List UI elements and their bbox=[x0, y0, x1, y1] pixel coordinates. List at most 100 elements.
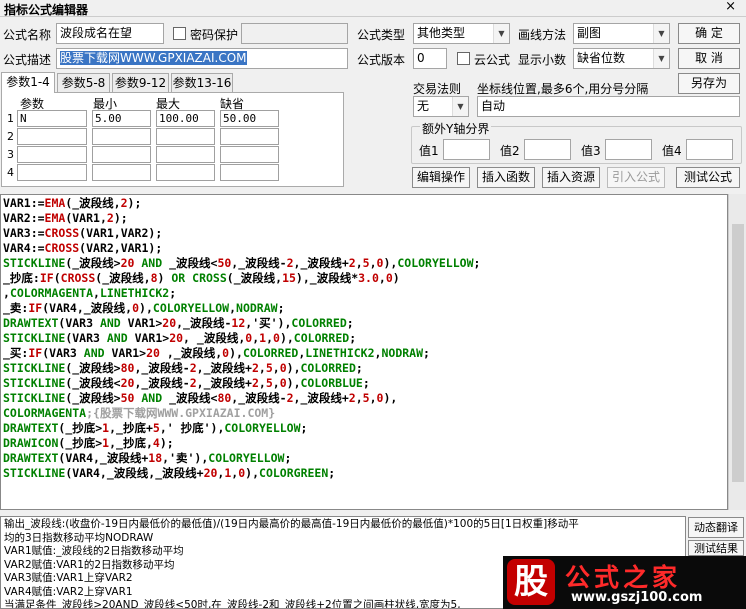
code-token: COLORYELLOW bbox=[397, 256, 474, 270]
param-default-input[interactable] bbox=[220, 164, 279, 181]
password-input[interactable] bbox=[241, 23, 348, 44]
logo-badge: 股 bbox=[507, 559, 555, 605]
password-label: 密码保护 bbox=[190, 28, 239, 42]
code-token: 20 bbox=[169, 331, 184, 345]
chevron-down-icon: ▼ bbox=[452, 97, 468, 116]
yaxis-label-2: 值2 bbox=[500, 144, 520, 158]
test-result-button[interactable]: 测试结果 bbox=[688, 540, 744, 556]
type-select[interactable]: 其他类型 ▼ bbox=[413, 23, 510, 44]
param-name-input[interactable]: N bbox=[17, 110, 87, 127]
code-token: AND bbox=[99, 316, 121, 330]
code-line: DRAWTEXT(_抄底>1,_抄底+5,' 抄底'),COLORYELLOW; bbox=[3, 421, 727, 436]
edit-ops-button[interactable]: 编辑操作 bbox=[412, 167, 470, 188]
code-token: AND bbox=[134, 391, 170, 405]
param-name-input[interactable] bbox=[17, 146, 87, 163]
name-label: 公式名称 bbox=[3, 28, 52, 42]
param-max-input[interactable] bbox=[156, 164, 215, 181]
param-default-input[interactable]: 50.00 bbox=[220, 110, 279, 127]
code-token: ), bbox=[383, 256, 398, 270]
yaxis-value-4[interactable] bbox=[686, 139, 733, 160]
code-token: ; bbox=[362, 376, 370, 390]
code-token: , bbox=[229, 301, 237, 315]
cancel-button[interactable]: 取 消 bbox=[678, 48, 740, 69]
desc-label: 公式描述 bbox=[3, 53, 52, 67]
param-max-input[interactable] bbox=[156, 128, 215, 145]
code-token: ,_抄底, bbox=[109, 436, 153, 450]
yaxis-value-3[interactable] bbox=[605, 139, 652, 160]
test-formula-button[interactable]: 测试公式 bbox=[676, 167, 740, 188]
title-bar: 指标公式编辑器 × bbox=[0, 0, 746, 17]
code-token: CROSS bbox=[192, 271, 227, 285]
code-line: DRAWTEXT(VAR4,_波段线+18,'卖'),COLORYELLOW; bbox=[3, 451, 727, 466]
code-token: 12 bbox=[231, 316, 246, 330]
param-max-input[interactable] bbox=[156, 146, 215, 163]
code-token: 0 bbox=[385, 271, 393, 285]
code-token: 4 bbox=[152, 436, 160, 450]
logo-url: www.gszj100.com bbox=[571, 590, 703, 605]
code-token: 20 bbox=[146, 346, 160, 360]
confirm-button[interactable]: 确 定 bbox=[678, 23, 740, 44]
param-default-input[interactable] bbox=[220, 128, 279, 145]
code-token: _波段线< bbox=[169, 391, 218, 405]
code-line: COLORMAGENTA;{股票下载网WWW.GPXIAZAI.COM} bbox=[3, 406, 727, 421]
cloud-checkbox[interactable] bbox=[457, 52, 470, 65]
code-token: 2 bbox=[189, 376, 197, 390]
code-token: ; bbox=[300, 421, 308, 435]
code-token: 50 bbox=[120, 391, 135, 405]
code-token: COLORYELLOW bbox=[208, 451, 285, 465]
code-token: STICKLINE bbox=[3, 331, 66, 345]
param-default-input[interactable] bbox=[220, 146, 279, 163]
param-min-input[interactable] bbox=[92, 164, 151, 181]
code-token: 5 bbox=[362, 391, 370, 405]
yaxis-value-2[interactable] bbox=[524, 139, 571, 160]
tab-params-1-4[interactable]: 参数1-4 bbox=[1, 72, 55, 93]
cloud-label: 云公式 bbox=[474, 53, 511, 67]
trade-rule-select[interactable]: 无 ▼ bbox=[413, 96, 469, 117]
close-icon[interactable]: × bbox=[725, 0, 736, 14]
yaxis-title: 额外Y轴分界 bbox=[420, 120, 492, 137]
code-token: (VAR4,_波段线, bbox=[42, 301, 133, 315]
code-editor[interactable]: VAR1:=EMA(_波段线,2); VAR2:=EMA(VAR1,2); VAR3… bbox=[0, 194, 728, 510]
gszj-logo: 股 公式之家 www.gszj100.com bbox=[503, 556, 746, 609]
logo-text: 公式之家 bbox=[565, 563, 682, 592]
param-max-input[interactable]: 100.00 bbox=[156, 110, 215, 127]
coord-label: 坐标线位置,最多6个,用分号分隔 bbox=[477, 82, 649, 96]
scrollbar-thumb[interactable] bbox=[732, 224, 744, 482]
import-formula-button[interactable]: 引入公式 bbox=[607, 167, 665, 188]
insert-resource-button[interactable]: 插入资源 bbox=[542, 167, 600, 188]
tab-params-13-16[interactable]: 参数13-16 bbox=[171, 73, 233, 93]
tab-params-9-12[interactable]: 参数9-12 bbox=[112, 73, 169, 93]
code-token: (VAR3 bbox=[42, 346, 84, 360]
code-token: (VAR2,VAR1); bbox=[79, 241, 163, 255]
dynamic-translate-button[interactable]: 动态翻译 bbox=[688, 517, 744, 538]
param-min-input[interactable] bbox=[92, 146, 151, 163]
version-input[interactable]: 0 bbox=[413, 48, 447, 69]
code-line: VAR2:=EMA(VAR1,2); bbox=[3, 211, 727, 226]
tab-params-5-8[interactable]: 参数5-8 bbox=[57, 73, 110, 93]
insert-function-button[interactable]: 插入函数 bbox=[477, 167, 535, 188]
code-scrollbar[interactable] bbox=[728, 194, 746, 510]
code-token: , bbox=[258, 376, 266, 390]
password-checkbox[interactable] bbox=[173, 27, 186, 40]
formula-desc-input[interactable]: 股票下载网WWW.GPXIAZAI.COM bbox=[56, 48, 348, 69]
code-token: ; bbox=[473, 256, 481, 270]
param-min-input[interactable]: 5.00 bbox=[92, 110, 151, 127]
formula-name-input[interactable]: 波段成名在望 bbox=[56, 23, 164, 44]
code-token: ;{股票下载网WWW.GPXIAZAI.COM} bbox=[86, 406, 276, 420]
code-token: _波段线< bbox=[169, 256, 218, 270]
code-token: (VAR1,VAR2); bbox=[79, 226, 163, 240]
coord-input[interactable]: 自动 bbox=[477, 96, 740, 117]
code-token: , bbox=[258, 361, 266, 375]
draw-method-select[interactable]: 副图 ▼ bbox=[573, 23, 670, 44]
decimal-select[interactable]: 缺省位数 ▼ bbox=[573, 48, 670, 69]
code-token: (VAR3 bbox=[65, 331, 107, 345]
params-panel: 参数 最小 最大 缺省 1 N 5.00 100.00 50.00 2 3 4 bbox=[1, 92, 344, 187]
param-name-input[interactable] bbox=[17, 164, 87, 181]
param-min-input[interactable] bbox=[92, 128, 151, 145]
chevron-down-icon: ▼ bbox=[653, 24, 669, 43]
save-as-button[interactable]: 另存为 bbox=[678, 73, 740, 94]
param-name-input[interactable] bbox=[17, 128, 87, 145]
code-token: (_波段线, bbox=[65, 196, 121, 210]
code-token: , bbox=[3, 286, 10, 300]
yaxis-value-1[interactable] bbox=[443, 139, 490, 160]
